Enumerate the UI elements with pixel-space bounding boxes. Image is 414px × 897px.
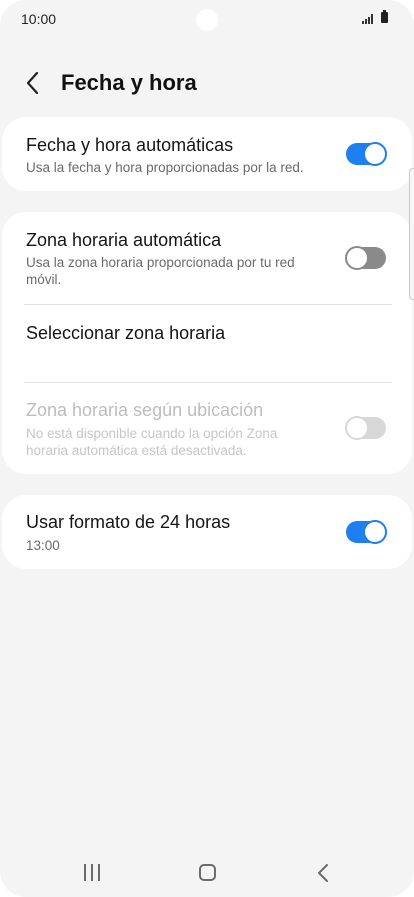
navigation-bar [0, 850, 414, 896]
location-timezone-subtitle: No está disponible cuando la opción Zona… [26, 426, 278, 458]
toggle-knob [363, 520, 387, 544]
location-timezone-row: Zona horaria según ubicación No está dis… [2, 383, 412, 474]
home-icon[interactable] [199, 864, 216, 881]
format-24h-title: Usar formato de 24 horas [26, 512, 231, 532]
toggle-knob [345, 416, 369, 440]
auto-timezone-row[interactable]: Zona horaria automática Usa la zona hora… [2, 212, 412, 304]
back-button[interactable] [22, 68, 48, 98]
chevron-left-icon [26, 71, 39, 95]
scroll-handle[interactable] [409, 168, 414, 300]
toggle-knob [363, 142, 387, 166]
auto-datetime-title: Fecha y hora automáticas [26, 135, 234, 155]
status-bar: 10:00 [0, 0, 414, 38]
auto-datetime-toggle[interactable] [346, 142, 387, 166]
select-timezone-row[interactable]: Seleccionar zona horaria [2, 305, 412, 382]
app-header: Fecha y hora [0, 60, 414, 106]
select-timezone-title: Seleccionar zona horaria [26, 323, 226, 343]
back-icon[interactable] [316, 862, 330, 884]
settings-card-timezone: Zona horaria automática Usa la zona hora… [2, 212, 412, 474]
auto-timezone-title: Zona horaria automática [26, 230, 222, 250]
location-timezone-toggle [345, 416, 386, 440]
format-24h-subtitle: 13:00 [26, 538, 60, 553]
auto-datetime-row[interactable]: Fecha y hora automáticas Usa la fecha y … [2, 117, 412, 191]
format-24h-row[interactable]: Usar formato de 24 horas 13:00 [2, 495, 412, 569]
status-time: 10:00 [21, 11, 57, 27]
camera-cutout [196, 9, 218, 31]
auto-timezone-toggle[interactable] [345, 246, 386, 270]
settings-card-auto-datetime: Fecha y hora automáticas Usa la fecha y … [2, 117, 412, 191]
phone-screen: 10:00 Fecha y hora Fecha y hora automáti… [0, 0, 414, 897]
battery-icon [381, 10, 388, 23]
signal-icon [362, 14, 374, 24]
auto-datetime-subtitle: Usa la fecha y hora proporcionadas por l… [26, 160, 304, 175]
auto-timezone-subtitle: Usa la zona horaria proporcionada por tu… [26, 255, 295, 287]
location-timezone-title: Zona horaria según ubicación [26, 400, 264, 420]
format-24h-toggle[interactable] [346, 520, 387, 544]
settings-card-format: Usar formato de 24 horas 13:00 [2, 495, 412, 569]
toggle-knob [345, 246, 369, 270]
recent-apps-icon[interactable] [84, 864, 102, 881]
page-title: Fecha y hora [61, 70, 197, 95]
